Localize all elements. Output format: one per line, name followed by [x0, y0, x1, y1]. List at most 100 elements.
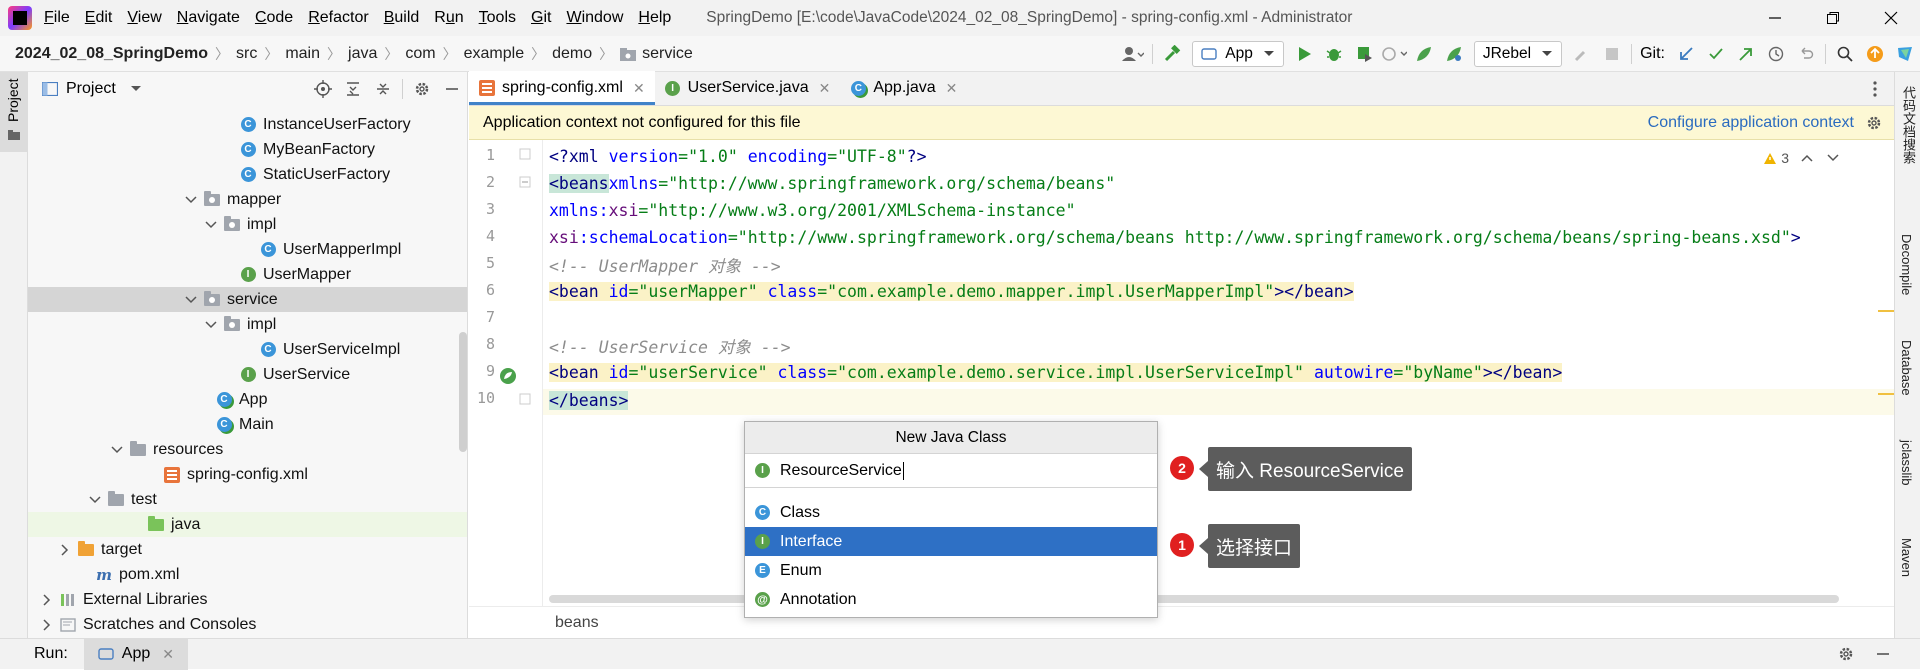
- search-icon[interactable]: [1830, 39, 1860, 69]
- user-icon[interactable]: [1118, 39, 1148, 69]
- tree-item[interactable]: C UserServiceImpl: [28, 337, 467, 362]
- project-scrollbar[interactable]: [459, 332, 467, 452]
- kind-option-class[interactable]: C Class: [745, 498, 1157, 527]
- updates-icon[interactable]: [1860, 39, 1890, 69]
- debug-icon[interactable]: [1319, 39, 1349, 69]
- menu-item[interactable]: File: [44, 9, 70, 27]
- tree-item[interactable]: Scratches and Consoles: [28, 612, 467, 637]
- chevron-down-icon[interactable]: [204, 218, 218, 232]
- tree-item[interactable]: target: [28, 537, 467, 562]
- decompile-tool-tab[interactable]: Decompile: [1899, 234, 1914, 295]
- breadcrumb-item[interactable]: 2024_02_08_SpringDemo: [15, 45, 208, 63]
- menu-item[interactable]: Run: [434, 9, 463, 27]
- history-icon[interactable]: [1761, 39, 1791, 69]
- menu-item[interactable]: Edit: [85, 9, 113, 27]
- more-options-icon[interactable]: [1872, 80, 1878, 98]
- tree-item[interactable]: service: [28, 287, 467, 312]
- maven-tool-tab[interactable]: Maven: [1899, 538, 1914, 577]
- menu-item[interactable]: Build: [384, 9, 420, 27]
- jrebel-select[interactable]: JRebel: [1473, 41, 1563, 67]
- tree-item[interactable]: test: [28, 487, 467, 512]
- inspection-widget[interactable]: 3: [1763, 150, 1839, 166]
- menu-item[interactable]: Refactor: [308, 9, 368, 27]
- chevron-down-icon[interactable]: [184, 193, 198, 207]
- tree-item[interactable]: C InstanceUserFactory: [28, 112, 467, 137]
- configure-context-link[interactable]: Configure application context: [1648, 114, 1854, 132]
- gear-icon[interactable]: [1866, 115, 1882, 131]
- tree-item[interactable]: mapper: [28, 187, 467, 212]
- chevron-down-icon[interactable]: [130, 85, 142, 93]
- close-tab-icon[interactable]: ✕: [946, 80, 958, 97]
- editor-tab[interactable]: spring-config.xml ✕: [469, 71, 655, 105]
- fold-icon[interactable]: [519, 148, 531, 160]
- rollback-icon[interactable]: [1791, 39, 1821, 69]
- fold-icon[interactable]: [519, 393, 531, 405]
- tree-item[interactable]: impl: [28, 312, 467, 337]
- run-icon[interactable]: [1289, 39, 1319, 69]
- project-tool-tab[interactable]: Project: [0, 72, 28, 152]
- chevron-down-icon[interactable]: [1827, 154, 1839, 162]
- tree-item[interactable]: C MyBeanFactory: [28, 137, 467, 162]
- run-config-select[interactable]: App: [1192, 41, 1284, 67]
- editor-tab[interactable]: I UserService.java ✕: [655, 71, 841, 105]
- warning-marker[interactable]: [1878, 393, 1894, 395]
- coverage-icon[interactable]: [1349, 39, 1379, 69]
- editor-tab[interactable]: C App.java ✕: [840, 71, 967, 105]
- close-icon[interactable]: ✕: [162, 646, 174, 663]
- jrebel-run-icon[interactable]: [1409, 39, 1439, 69]
- tree-item[interactable]: C StaticUserFactory: [28, 162, 467, 187]
- breadcrumb-item[interactable]: java: [348, 45, 377, 63]
- tree-item[interactable]: I UserService: [28, 362, 467, 387]
- chevron-down-icon[interactable]: [88, 493, 102, 507]
- tree-item[interactable]: impl: [28, 212, 467, 237]
- tree-item[interactable]: m pom.xml: [28, 562, 467, 587]
- close-tab-icon[interactable]: ✕: [819, 80, 831, 97]
- hide-panel-icon[interactable]: [1876, 647, 1890, 661]
- chevron-right-icon[interactable]: [40, 593, 54, 607]
- run-tab-app[interactable]: App ✕: [83, 638, 188, 670]
- breadcrumb-item[interactable]: demo: [552, 45, 592, 63]
- breadcrumb-beans[interactable]: beans: [555, 614, 599, 632]
- gear-icon[interactable]: [1838, 646, 1854, 662]
- hammer-disabled-icon[interactable]: [1567, 39, 1597, 69]
- tree-item[interactable]: spring-config.xml: [28, 462, 467, 487]
- chevron-up-icon[interactable]: [1801, 154, 1813, 162]
- menu-item[interactable]: Tools: [479, 9, 516, 27]
- jclasslib-tool-tab[interactable]: jclasslib: [1899, 440, 1914, 486]
- stop-icon[interactable]: [1597, 39, 1627, 69]
- menu-item[interactable]: Help: [638, 9, 671, 27]
- breadcrumb-item[interactable]: com: [405, 45, 435, 63]
- build-hammer-icon[interactable]: [1157, 39, 1187, 69]
- fold-icon[interactable]: [519, 176, 531, 188]
- kind-option-annotation[interactable]: @ Annotation: [745, 585, 1157, 614]
- minimize-button[interactable]: [1746, 0, 1804, 36]
- kind-option-enum[interactable]: E Enum: [745, 556, 1157, 585]
- doc-search-tool-tab[interactable]: 代码文档搜索: [1899, 86, 1918, 164]
- warning-marker[interactable]: [1878, 310, 1894, 312]
- class-name-input[interactable]: I ResourceService: [745, 454, 1157, 488]
- git-commit-icon[interactable]: [1701, 39, 1731, 69]
- chevron-right-icon[interactable]: [58, 543, 72, 557]
- jetbrains-logo-icon[interactable]: [1890, 39, 1920, 69]
- breadcrumb-item[interactable]: service: [620, 45, 693, 63]
- database-tool-tab[interactable]: Database: [1899, 340, 1914, 396]
- menu-item[interactable]: Git: [531, 9, 551, 27]
- breadcrumb-item[interactable]: main: [285, 45, 320, 63]
- chevron-right-icon[interactable]: [40, 618, 54, 632]
- menu-item[interactable]: View: [127, 9, 161, 27]
- profile-icon[interactable]: [1379, 39, 1409, 69]
- tree-item[interactable]: C App: [28, 387, 467, 412]
- menu-item[interactable]: Window: [566, 9, 623, 27]
- menu-item[interactable]: Code: [255, 9, 293, 27]
- menu-item[interactable]: Navigate: [177, 9, 240, 27]
- breadcrumb-item[interactable]: example: [464, 45, 524, 63]
- tree-item[interactable]: External Libraries: [28, 587, 467, 612]
- tree-item[interactable]: I UserMapper: [28, 262, 467, 287]
- chevron-down-icon[interactable]: [184, 293, 198, 307]
- horizontal-scrollbar[interactable]: [549, 595, 1839, 603]
- spring-bean-icon[interactable]: [499, 367, 517, 385]
- kind-option-interface[interactable]: I Interface: [745, 527, 1157, 556]
- chevron-down-icon[interactable]: [204, 318, 218, 332]
- restore-button[interactable]: [1804, 0, 1862, 36]
- breadcrumb-item[interactable]: src: [236, 45, 257, 63]
